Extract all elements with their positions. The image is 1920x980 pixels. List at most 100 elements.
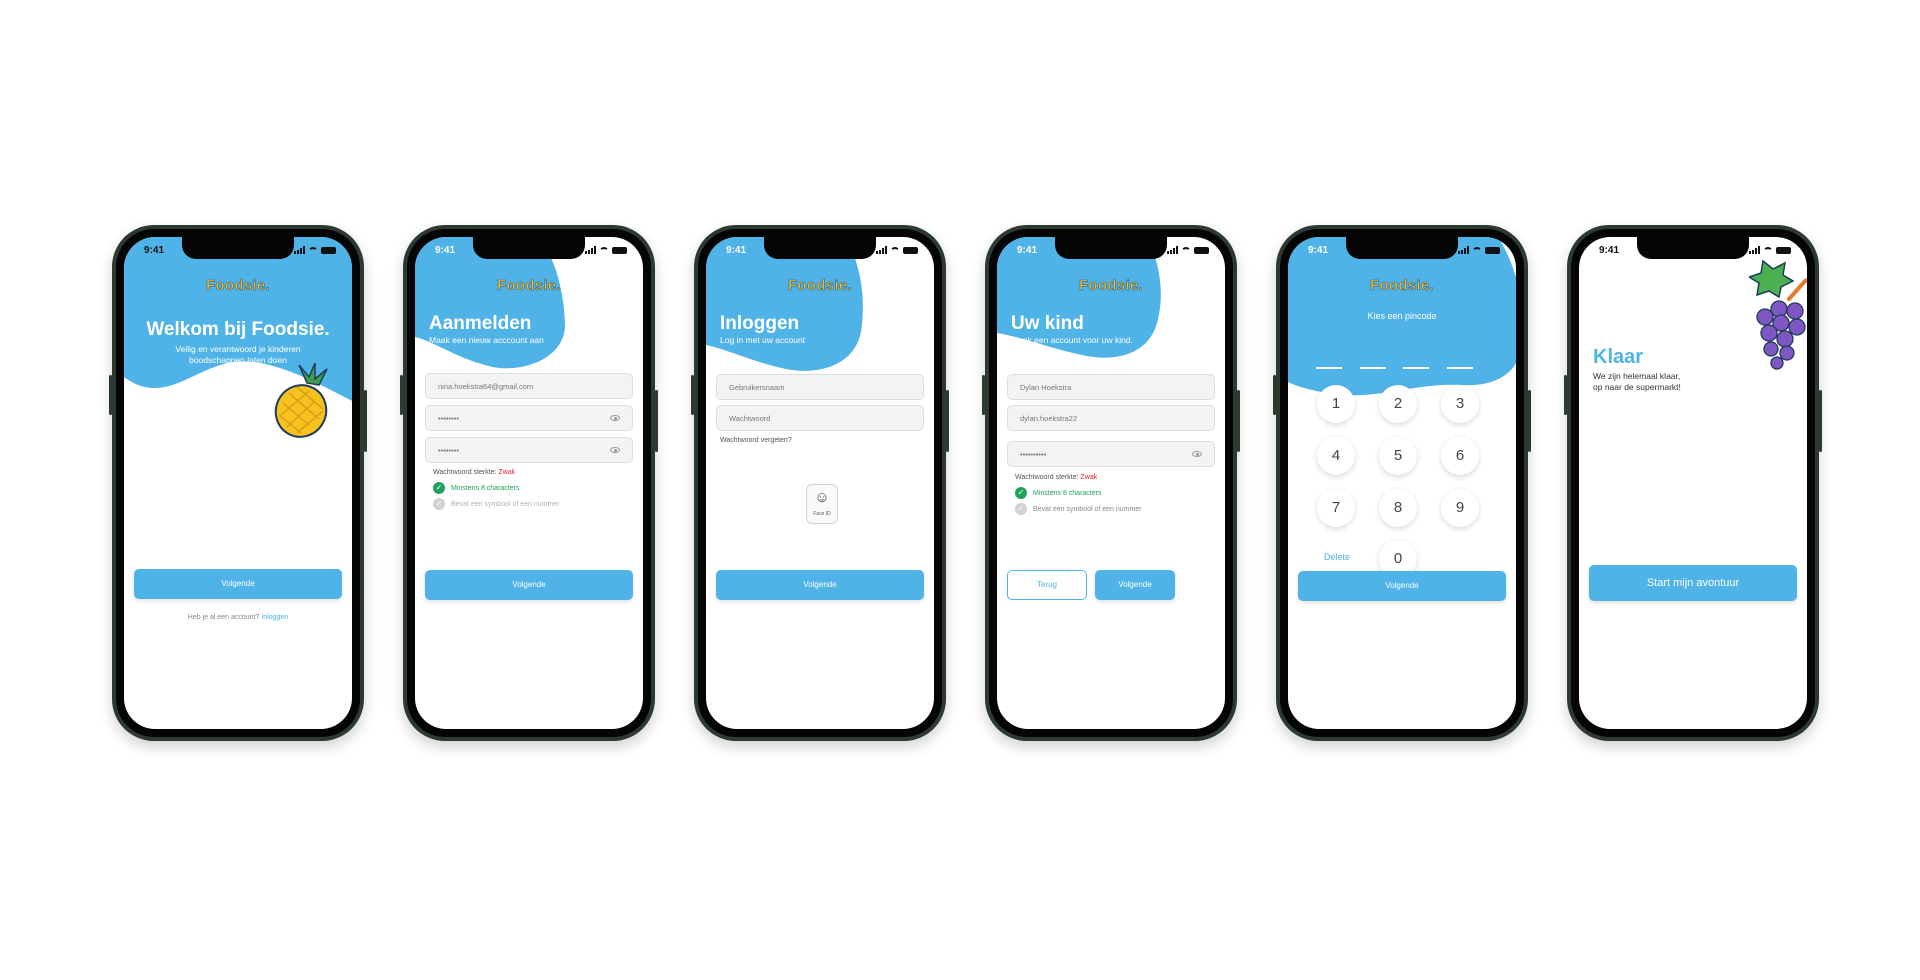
check-icon: ✓ xyxy=(1015,487,1027,499)
check-icon: ✓ xyxy=(433,482,445,494)
pin-slot xyxy=(1403,367,1429,369)
rule-min-length: ✓ Minstens 8 characters xyxy=(433,482,519,494)
pin-slot xyxy=(1360,367,1386,369)
keypad-key-4[interactable]: 4 xyxy=(1317,437,1355,475)
keypad-key-2[interactable]: 2 xyxy=(1379,385,1417,423)
page-subtitle: Log in met uw account xyxy=(720,335,806,345)
header-blob xyxy=(1288,237,1516,396)
screen-welcome: 9:41 Foodsie. Welkom bij Foodsie. Veilig… xyxy=(124,237,352,729)
status-time: 9:41 xyxy=(1308,245,1329,256)
keypad-key-8[interactable]: 8 xyxy=(1379,489,1417,527)
wifi-icon xyxy=(599,247,609,254)
page-title: Aanmelden xyxy=(429,313,532,334)
screen-done: 9:41 Klaar We zijn helemaal klaar, op na… xyxy=(1579,237,1807,729)
keypad-key-5[interactable]: 5 xyxy=(1379,437,1417,475)
signal-icon xyxy=(876,246,887,254)
eye-icon[interactable] xyxy=(610,447,620,453)
strength-value: Zwak xyxy=(498,469,516,476)
eye-icon[interactable] xyxy=(1192,451,1202,457)
start-adventure-button[interactable]: Start mijn avontuur xyxy=(1589,565,1797,601)
phone-bezel: 9:41 Foodsie. Kies een pincode 1 2 3 4 5… xyxy=(1280,229,1524,737)
username-field[interactable]: Gebruikersnaam xyxy=(716,374,924,400)
pin-slot xyxy=(1447,367,1473,369)
rule-symbol: ✓ Bevat een symbool of een nummer xyxy=(1015,503,1142,515)
screen-child: 9:41 Foodsie. Uw kind Maak een account v… xyxy=(997,237,1225,729)
phone-bezel: 9:41 Klaar We zijn helemaal klaar, op na… xyxy=(1571,229,1815,737)
next-button[interactable]: Volgende xyxy=(425,570,633,600)
page-subtitle: Maak een nieuw acccount aan xyxy=(429,335,544,345)
signal-icon xyxy=(294,246,305,254)
password-strength: Wachtwoord sterkte: Zwak xyxy=(433,469,516,476)
confirm-password-field[interactable]: •••••••• xyxy=(425,437,633,463)
foodsie-logo: Foodsie. xyxy=(205,277,271,295)
password-field[interactable]: Wachtwoord xyxy=(716,405,924,431)
status-time: 9:41 xyxy=(1599,245,1620,256)
phone-welcome: 9:41 Foodsie. Welkom bij Foodsie. Veilig… xyxy=(109,225,367,741)
next-button[interactable]: Volgende xyxy=(1298,571,1506,601)
signal-icon xyxy=(585,246,596,254)
strength-value: Zwak xyxy=(1080,474,1098,481)
foodsie-logo: Foodsie. xyxy=(1369,277,1435,295)
wifi-icon xyxy=(1472,247,1482,254)
delete-button[interactable]: Delete xyxy=(1324,552,1350,562)
pin-slot xyxy=(1316,367,1342,369)
foodsie-logo: Foodsie. xyxy=(496,277,562,295)
notch xyxy=(473,237,585,259)
page-title: Kies een pincode xyxy=(1367,311,1437,321)
next-button[interactable]: Volgende xyxy=(134,569,342,599)
phone-bezel: 9:41 Foodsie. Aanmelden Maak een nieuw a… xyxy=(407,229,651,737)
child-username-field[interactable]: dylan.hoekstra22 xyxy=(1007,405,1215,431)
battery-icon xyxy=(1485,247,1500,254)
screen-signup: 9:41 Foodsie. Aanmelden Maak een nieuw a… xyxy=(415,237,643,729)
keypad-key-9[interactable]: 9 xyxy=(1441,489,1479,527)
child-password-field[interactable]: •••••••••• xyxy=(1007,441,1215,467)
signal-icon xyxy=(1749,246,1760,254)
pineapple-illustration xyxy=(274,363,328,438)
foodsie-logo: Foodsie. xyxy=(787,277,853,295)
password-field[interactable]: •••••••• xyxy=(425,405,633,431)
login-prompt: Heb je al een account? Inloggen xyxy=(187,614,289,621)
phone-bezel: 9:41 Foodsie. Uw kind Maak een account v… xyxy=(989,229,1233,737)
grapes-illustration xyxy=(1749,259,1807,370)
next-button[interactable]: Volgende xyxy=(716,570,924,600)
signal-icon xyxy=(1167,246,1178,254)
notch xyxy=(1346,237,1458,259)
child-name-field[interactable]: Dylan Hoekstra xyxy=(1007,374,1215,400)
keypad-key-3[interactable]: 3 xyxy=(1441,385,1479,423)
keypad-key-1[interactable]: 1 xyxy=(1317,385,1355,423)
phone-pincode: 9:41 Foodsie. Kies een pincode 1 2 3 4 5… xyxy=(1273,225,1531,741)
rule-min-length: ✓ Minstens 8 characters xyxy=(1015,487,1101,499)
status-time: 9:41 xyxy=(726,245,747,256)
status-time: 9:41 xyxy=(144,245,165,256)
page-subtitle: We zijn helemaal klaar, op naar de super… xyxy=(1593,371,1681,393)
wifi-icon xyxy=(308,247,318,254)
phone-bezel: 9:41 Foodsie. Inloggen Log in met uw acc… xyxy=(698,229,942,737)
keypad-key-6[interactable]: 6 xyxy=(1441,437,1479,475)
status-time: 9:41 xyxy=(435,245,456,256)
keypad-key-7[interactable]: 7 xyxy=(1317,489,1355,527)
phone-done: 9:41 Klaar We zijn helemaal klaar, op na… xyxy=(1564,225,1822,741)
phone-bezel: 9:41 Foodsie. Welkom bij Foodsie. Veilig… xyxy=(116,229,360,737)
password-strength: Wachtwoord sterkte: Zwak xyxy=(1015,474,1098,481)
phone-signup: 9:41 Foodsie. Aanmelden Maak een nieuw a… xyxy=(400,225,658,741)
screen-pincode: 9:41 Foodsie. Kies een pincode 1 2 3 4 5… xyxy=(1288,237,1516,729)
eye-icon[interactable] xyxy=(610,415,620,421)
rule-symbol: ✓ Bevat een symbool of een nummer xyxy=(433,498,560,510)
signal-icon xyxy=(1458,246,1469,254)
back-button[interactable]: Terug xyxy=(1007,570,1087,600)
faceid-icon: ☺ xyxy=(814,489,830,506)
notch xyxy=(1055,237,1167,259)
check-icon: ✓ xyxy=(433,498,445,510)
faceid-button[interactable]: ☺ Face ID xyxy=(806,484,838,524)
email-field[interactable]: nina.hoekstra64@gmail.com xyxy=(425,373,633,399)
check-icon: ✓ xyxy=(1015,503,1027,515)
next-button[interactable]: Volgende xyxy=(1095,570,1175,600)
battery-icon xyxy=(1194,247,1209,254)
page-title: Klaar xyxy=(1593,346,1644,368)
battery-icon xyxy=(1776,247,1791,254)
page-title: Welkom bij Foodsie. xyxy=(146,319,330,340)
phone-login: 9:41 Foodsie. Inloggen Log in met uw acc… xyxy=(691,225,949,741)
forgot-password-link[interactable]: Wachtwoord vergeten? xyxy=(720,437,792,444)
login-link[interactable]: Inloggen xyxy=(261,614,288,621)
foodsie-logo: Foodsie. xyxy=(1078,277,1144,295)
